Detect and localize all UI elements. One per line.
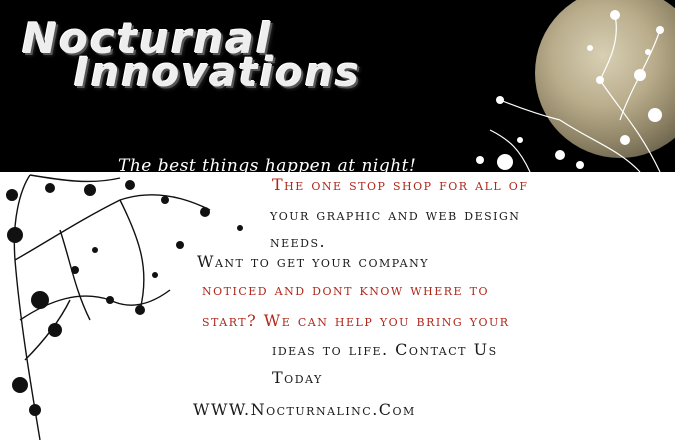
text-line-1: The one stop shop for all of — [272, 175, 529, 194]
left-floral-decoration — [6, 174, 243, 440]
text-line-5: noticed and dont know where to — [202, 280, 489, 299]
text-line-4: Want to get your company — [197, 252, 429, 271]
text-line-3: needs. — [270, 232, 327, 251]
text-line-6: start? We can help you bring your — [202, 311, 510, 330]
text-line-8: Today — [272, 368, 323, 387]
website-link[interactable]: WWW.Nocturnalinc.Com — [193, 400, 416, 419]
text-line-7: ideas to life. Contact Us — [272, 340, 498, 359]
text-line-2: your graphic and web design — [270, 205, 521, 224]
